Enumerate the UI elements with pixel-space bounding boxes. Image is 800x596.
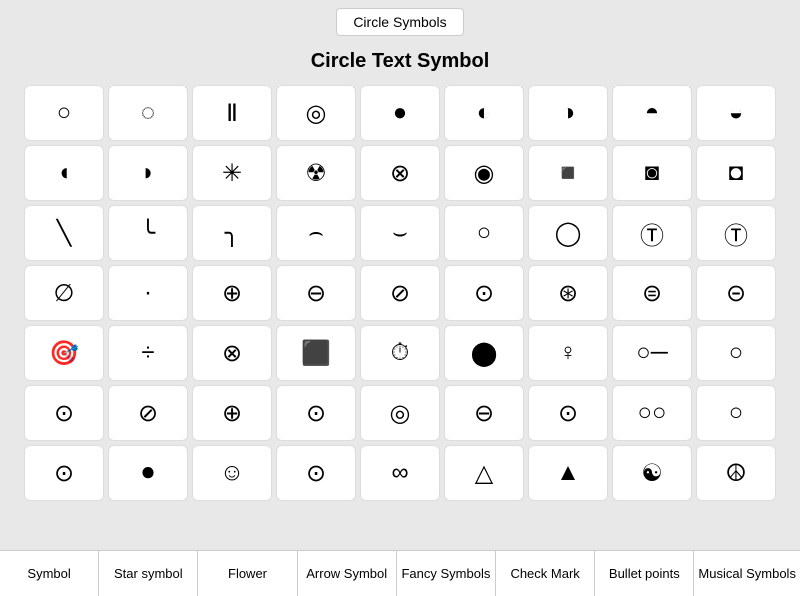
symbol-cell[interactable]: ╰: [108, 205, 188, 261]
symbol-cell[interactable]: ⊘: [108, 385, 188, 441]
symbol-cell[interactable]: ÷: [108, 325, 188, 381]
symbol-cell[interactable]: ○: [696, 385, 776, 441]
symbol-cell[interactable]: ◉: [444, 145, 524, 201]
symbol-row-4: ∅ · ⊕ ⊖ ⊘ ⊙ ⊛ ⊜ ⊝: [8, 265, 792, 321]
symbol-cell[interactable]: Ⓣ: [696, 205, 776, 261]
symbol-cell[interactable]: ⊖: [276, 265, 356, 321]
symbol-cell[interactable]: ◗: [108, 145, 188, 201]
circle-symbols-tab[interactable]: Circle Symbols: [336, 8, 463, 36]
symbol-cell[interactable]: ⊙: [24, 445, 104, 501]
symbol-cell[interactable]: ◘: [696, 145, 776, 201]
symbol-cell[interactable]: ▲: [528, 445, 608, 501]
symbol-cell[interactable]: ⊘: [360, 265, 440, 321]
symbol-cell[interactable]: ⊗: [192, 325, 272, 381]
symbol-cell[interactable]: ◾: [528, 145, 608, 201]
nav-item-bullet-points[interactable]: Bullet points: [595, 551, 694, 596]
symbol-row-1: ○ ◌ Ⅱ ◎ ● ◐ ◑ ◓ ◒: [8, 85, 792, 141]
symbol-cell[interactable]: ☯: [612, 445, 692, 501]
symbol-cell[interactable]: ◑: [528, 85, 608, 141]
symbol-cell[interactable]: ●: [360, 85, 440, 141]
symbol-cell[interactable]: ⊙: [24, 385, 104, 441]
symbol-row-6: ⊙ ⊘ ⊕ ⊙ ◎ ⊖ ⊙ ○○ ○: [8, 385, 792, 441]
symbol-cell[interactable]: ○: [696, 325, 776, 381]
symbol-cell[interactable]: ○: [444, 205, 524, 261]
bottom-nav: Symbol Star symbol Flower Arrow Symbol F…: [0, 550, 800, 596]
symbol-cell[interactable]: ◙: [612, 145, 692, 201]
nav-item-flower[interactable]: Flower: [198, 551, 297, 596]
symbol-cell[interactable]: ☢: [276, 145, 356, 201]
symbol-row-2: ◖ ◗ ✳ ☢ ⊗ ◉ ◾ ◙ ◘: [8, 145, 792, 201]
symbol-cell[interactable]: ◖: [24, 145, 104, 201]
symbol-cell[interactable]: ⏱: [360, 325, 440, 381]
symbol-cell[interactable]: ⬤: [444, 325, 524, 381]
symbol-cell[interactable]: ∞: [360, 445, 440, 501]
symbol-cell[interactable]: 🎯: [24, 325, 104, 381]
symbol-cell[interactable]: ⊝: [696, 265, 776, 321]
symbol-cell[interactable]: ⊗: [360, 145, 440, 201]
symbol-cell[interactable]: ∅: [24, 265, 104, 321]
symbol-cell[interactable]: ◓: [612, 85, 692, 141]
symbol-cell[interactable]: ◌: [108, 85, 188, 141]
symbol-cell[interactable]: ⊖: [444, 385, 524, 441]
symbol-cell[interactable]: ◒: [696, 85, 776, 141]
symbol-cell[interactable]: ○─: [612, 325, 692, 381]
symbol-row-5: 🎯 ÷ ⊗ ⬛ ⏱ ⬤ ♀ ○─ ○: [8, 325, 792, 381]
symbol-cell[interactable]: ☮: [696, 445, 776, 501]
symbol-cell[interactable]: ✳: [192, 145, 272, 201]
symbol-cell[interactable]: ⏺: [108, 445, 188, 501]
symbol-cell[interactable]: ♀: [528, 325, 608, 381]
symbol-cell[interactable]: Ⅱ: [192, 85, 272, 141]
symbol-cell[interactable]: ⊕: [192, 265, 272, 321]
symbol-cell[interactable]: ⊙: [528, 385, 608, 441]
symbol-cell[interactable]: Ⓣ: [612, 205, 692, 261]
nav-item-arrow-symbol[interactable]: Arrow Symbol: [298, 551, 397, 596]
symbol-cell[interactable]: ⌢: [276, 205, 356, 261]
nav-item-star-symbol[interactable]: Star symbol: [99, 551, 198, 596]
symbol-cell[interactable]: ╲: [24, 205, 104, 261]
symbol-row-3: ╲ ╰ ╮ ⌢ ⌣ ○ ◯ Ⓣ Ⓣ: [8, 205, 792, 261]
page-title: Circle Text Symbol: [0, 40, 800, 81]
symbol-cell[interactable]: ○○: [612, 385, 692, 441]
symbol-cell[interactable]: ╮: [192, 205, 272, 261]
symbol-cell[interactable]: ·: [108, 265, 188, 321]
symbol-cell[interactable]: ⊙: [276, 385, 356, 441]
symbol-cell[interactable]: ⬛: [276, 325, 356, 381]
symbols-area: ○ ◌ Ⅱ ◎ ● ◐ ◑ ◓ ◒ ◖ ◗ ✳ ☢ ⊗ ◉ ◾ ◙ ◘ ╲ ╰ …: [0, 81, 800, 550]
nav-item-check-mark[interactable]: Check Mark: [496, 551, 595, 596]
symbol-cell[interactable]: ◯: [528, 205, 608, 261]
nav-item-fancy-symbols[interactable]: Fancy Symbols: [397, 551, 496, 596]
nav-item-musical-symbols[interactable]: Musical Symbols: [694, 551, 800, 596]
symbol-cell[interactable]: ☺: [192, 445, 272, 501]
symbol-cell[interactable]: ⊙: [444, 265, 524, 321]
nav-item-symbol[interactable]: Symbol: [0, 551, 99, 596]
symbol-cell[interactable]: ◎: [360, 385, 440, 441]
symbol-cell[interactable]: ⊕: [192, 385, 272, 441]
symbol-cell[interactable]: ⊙: [276, 445, 356, 501]
symbol-cell[interactable]: ◐: [444, 85, 524, 141]
symbol-cell[interactable]: ⊛: [528, 265, 608, 321]
symbol-cell[interactable]: ◎: [276, 85, 356, 141]
symbol-cell[interactable]: ⌣: [360, 205, 440, 261]
symbol-cell[interactable]: △: [444, 445, 524, 501]
symbol-row-7: ⊙ ⏺ ☺ ⊙ ∞ △ ▲ ☯ ☮: [8, 445, 792, 501]
symbol-cell[interactable]: ○: [24, 85, 104, 141]
symbol-cell[interactable]: ⊜: [612, 265, 692, 321]
